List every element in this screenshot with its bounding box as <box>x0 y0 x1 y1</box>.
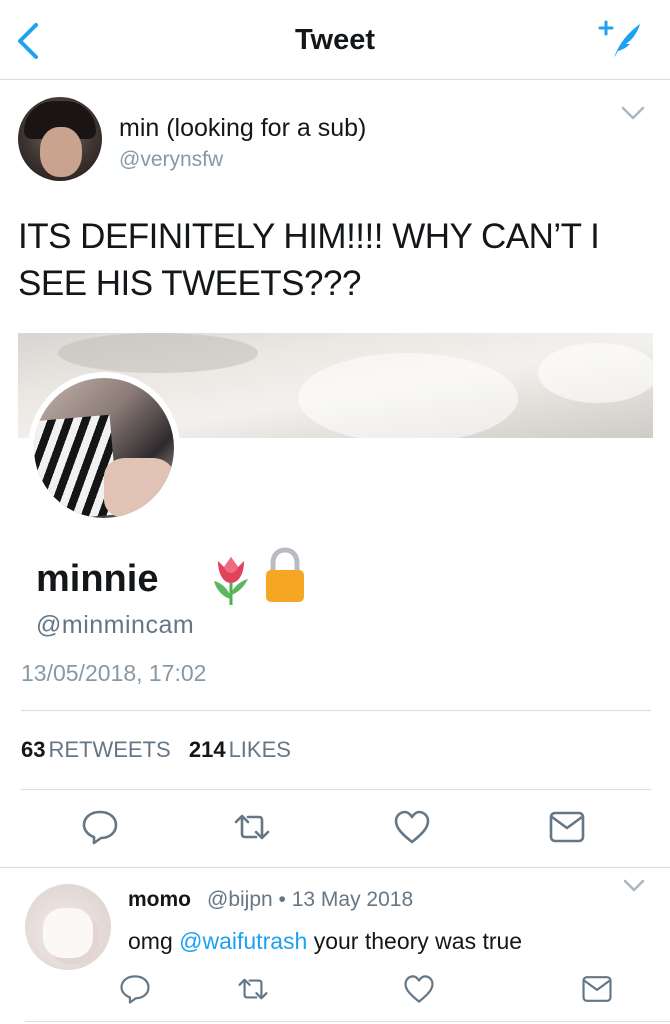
tweet-text: ITS DEFINITELY HIM!!!! WHY CAN’T I SEE H… <box>18 217 600 303</box>
compose-tweet-icon <box>598 20 640 58</box>
like-icon <box>404 975 434 1003</box>
reply-icon <box>82 810 118 845</box>
reply-handle-date: @bijpn • 13 May 2018 <box>207 888 414 911</box>
retweet-icon <box>234 814 270 840</box>
like-button[interactable] <box>392 808 432 846</box>
reply-reply-button[interactable] <box>118 973 152 1005</box>
reply-text: omg @waifutrash your theory was true <box>128 928 522 955</box>
embedded-profile-picture[interactable] <box>28 372 180 524</box>
like-icon <box>394 810 430 844</box>
retweets-label: RETWEETS <box>48 737 171 762</box>
divider <box>21 710 651 711</box>
divider <box>25 1021 670 1022</box>
reply-text-before: omg <box>128 928 180 954</box>
tweet-options-button[interactable] <box>620 104 646 122</box>
reply-options-button[interactable] <box>622 878 646 894</box>
mention-link[interactable]: @waifutrash <box>179 928 307 954</box>
retweets-count: 63 <box>21 737 46 762</box>
divider <box>0 867 670 868</box>
reply-author-name[interactable]: momo <box>128 888 191 912</box>
retweet-icon <box>238 978 268 1000</box>
divider <box>21 789 651 790</box>
compose-tweet-button[interactable] <box>596 18 644 60</box>
direct-message-button[interactable] <box>547 808 587 846</box>
chevron-down-icon <box>621 106 645 120</box>
like-stats-link[interactable]: 214 LIKES <box>189 737 303 762</box>
reply-like-button[interactable] <box>402 973 436 1005</box>
chevron-down-icon <box>623 879 645 892</box>
likes-count: 214 <box>188 737 226 762</box>
retweet-stats-link[interactable]: 63 RETWEETS <box>21 737 183 762</box>
dm-icon <box>582 976 612 1002</box>
author-avatar[interactable] <box>18 97 102 181</box>
reply-dm-button[interactable] <box>580 973 614 1005</box>
retweet-button[interactable] <box>232 808 272 846</box>
author-name[interactable]: min (looking for a sub) <box>119 114 366 143</box>
embedded-profile-name: minnie <box>36 558 159 600</box>
tweet-stats: 63 RETWEETS 214 LIKES <box>21 737 303 763</box>
reply-button[interactable] <box>80 808 120 846</box>
page-title: Tweet <box>294 24 376 56</box>
likes-label: LIKES <box>228 737 291 762</box>
reply-icon <box>120 975 150 1004</box>
author-handle[interactable]: @verynsfw <box>119 148 223 172</box>
tweet-timestamp: 13/05/2018, 17:02 <box>21 660 207 686</box>
dm-icon <box>549 811 585 843</box>
reply-author-avatar[interactable] <box>25 884 111 970</box>
tulip-icon <box>208 553 254 607</box>
lock-icon <box>262 546 308 604</box>
navigation-bar: Tweet <box>0 0 670 80</box>
embedded-profile-handle: @minmincam <box>36 611 195 639</box>
reply-retweet-button[interactable] <box>236 973 270 1005</box>
reply-text-after: your theory was true <box>307 928 523 954</box>
